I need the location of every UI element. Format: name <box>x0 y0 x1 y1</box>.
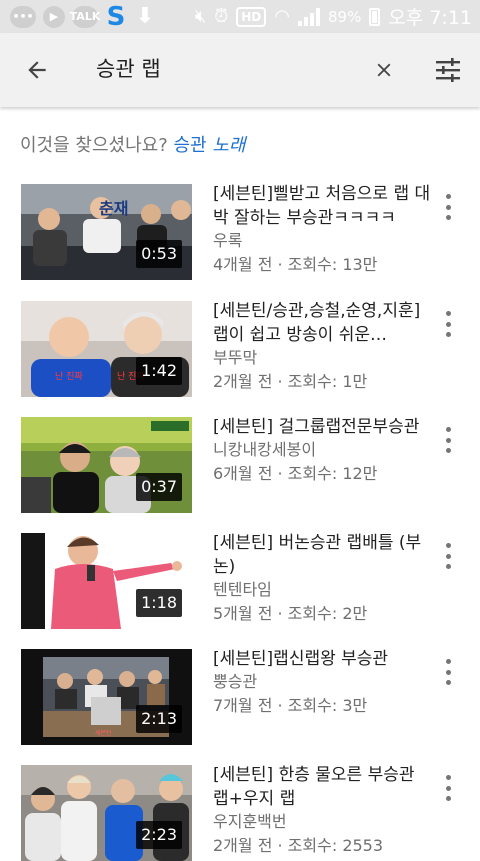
search-app-bar: 승관 랩 <box>0 33 480 107</box>
video-channel[interactable]: 니캉내캉세봉이 <box>213 439 316 461</box>
video-duration: 0:53 <box>136 240 182 268</box>
video-duration: 2:13 <box>136 705 182 733</box>
video-channel[interactable]: 뿡승관 <box>213 671 257 693</box>
download-icon: ⬇ <box>135 4 155 29</box>
svg-text:춘재: 춘재 <box>99 199 128 218</box>
video-channel[interactable]: 우록 <box>213 230 242 252</box>
did-you-mean-suggestion: 이것을 찾으셨나요? 승관 노래 <box>20 132 245 160</box>
video-result-item[interactable]: 2:23 [세븐틴] 한층 물오른 부승관 랩+우지 랩 우지훈백번 2개월 전… <box>0 765 480 861</box>
video-thumbnail[interactable]: 1:18 <box>21 533 192 629</box>
video-thumbnail[interactable]: 세븐틴 2:13 <box>21 649 192 745</box>
suggested-query-plain: 승관 <box>173 135 207 156</box>
mute-icon: 🔇︎ <box>194 6 207 27</box>
video-thumbnail[interactable]: 2:23 <box>21 765 192 861</box>
video-meta: 5개월 전 · 조회수: 2만 <box>213 604 368 623</box>
did-you-mean-label: 이것을 찾으셨나요? <box>20 135 168 156</box>
hd-voice-icon: HD <box>236 6 267 27</box>
more-options-icon[interactable] <box>440 659 456 685</box>
svg-text:난 진짜: 난 진짜 <box>55 371 83 382</box>
video-channel[interactable]: 부뚜막 <box>213 347 257 369</box>
video-result-item[interactable]: 세븐틴 2:13 [세븐틴]랩신랩왕 부승관 뿡승관 7개월 전 · 조회수: … <box>0 649 480 745</box>
status-bar-notifications: ••• ▶ TALK S ⬇ <box>10 1 156 32</box>
more-options-icon[interactable] <box>440 427 456 453</box>
video-title[interactable]: [세븐틴] 버논승관 랩배틀 (부논) <box>213 531 431 579</box>
video-meta: 2개월 전 · 조회수: 1만 <box>213 372 368 391</box>
video-meta: 6개월 전 · 조회수: 12만 <box>213 464 378 483</box>
video-thumbnail[interactable]: 춘재 0:53 <box>21 184 192 280</box>
video-channel[interactable]: 텐텐타임 <box>213 579 272 601</box>
signal-icon <box>297 7 320 26</box>
clear-search-icon[interactable] <box>373 59 395 81</box>
more-options-icon[interactable] <box>440 543 456 569</box>
video-duration: 1:18 <box>136 589 182 617</box>
back-arrow-icon[interactable] <box>24 57 50 83</box>
status-bar-system: 🔇︎ ⏰︎ HD ◠ 89% 오후 7:11 <box>195 3 472 30</box>
clock: 오후 7:11 <box>388 7 472 29</box>
s-app-icon: S <box>106 1 126 32</box>
search-query-input[interactable]: 승관 랩 <box>96 53 161 85</box>
talk-icon: TALK <box>70 5 100 28</box>
alarm-icon: ⏰︎ <box>214 6 229 27</box>
suggested-query-italic: 노래 <box>212 135 246 156</box>
video-channel[interactable]: 우지훈백번 <box>213 811 287 833</box>
more-options-icon[interactable] <box>440 194 456 220</box>
video-result-item[interactable]: 난 진짜 난 진짜 1:42 [세븐틴/승관,승철,순영,지훈] 랩이 쉽고 방… <box>0 301 480 397</box>
more-options-icon[interactable] <box>440 775 456 801</box>
filter-settings-icon[interactable] <box>434 57 462 83</box>
video-duration: 2:23 <box>136 821 182 849</box>
play-icon: ▶ <box>43 5 65 28</box>
video-result-item[interactable]: 1:18 [세븐틴] 버논승관 랩배틀 (부논) 텐텐타임 5개월 전 · 조회… <box>0 533 480 629</box>
more-options-icon[interactable] <box>440 311 456 337</box>
video-meta: 7개월 전 · 조회수: 3만 <box>213 696 368 715</box>
svg-text:세븐틴: 세븐틴 <box>95 729 112 737</box>
battery-percent: 89% <box>327 7 362 26</box>
video-title[interactable]: [세븐틴/승관,승철,순영,지훈] 랩이 쉽고 방송이 쉬운… <box>213 299 431 347</box>
video-duration: 0:37 <box>136 473 182 501</box>
video-thumbnail[interactable]: 0:37 <box>21 417 192 513</box>
video-meta: 4개월 전 · 조회수: 13만 <box>213 255 378 274</box>
video-title[interactable]: [세븐틴]삘받고 처음으로 랩 대박 잘하는 부승관ㅋㅋㅋㅋ <box>213 182 431 230</box>
video-title[interactable]: [세븐틴] 한층 물오른 부승관 랩+우지 랩 <box>213 763 431 811</box>
video-result-item[interactable]: 0:37 [세븐틴] 걸그룹랩전문부승관 니캉내캉세봉이 6개월 전 · 조회수… <box>0 417 480 513</box>
suggested-query-link[interactable]: 승관 노래 <box>174 135 246 156</box>
video-result-item[interactable]: 춘재 0:53 [세븐틴]삘받고 처음으로 랩 대박 잘하는 부승관ㅋㅋㅋㅋ 우… <box>0 184 480 280</box>
wifi-icon: ◠ <box>274 6 290 27</box>
video-thumbnail[interactable]: 난 진짜 난 진짜 1:42 <box>21 301 192 397</box>
battery-icon <box>369 7 381 26</box>
video-title[interactable]: [세븐틴] 걸그룹랩전문부승관 <box>213 415 431 439</box>
video-duration: 1:42 <box>136 357 182 385</box>
status-bar: ••• ▶ TALK S ⬇ 🔇︎ ⏰︎ HD ◠ 89% 오후 7:11 <box>0 0 480 33</box>
video-title[interactable]: [세븐틴]랩신랩왕 부승관 <box>213 647 431 671</box>
chat-bubble-icon: ••• <box>10 5 36 28</box>
video-meta: 2개월 전 · 조회수: 2553 <box>213 836 384 855</box>
